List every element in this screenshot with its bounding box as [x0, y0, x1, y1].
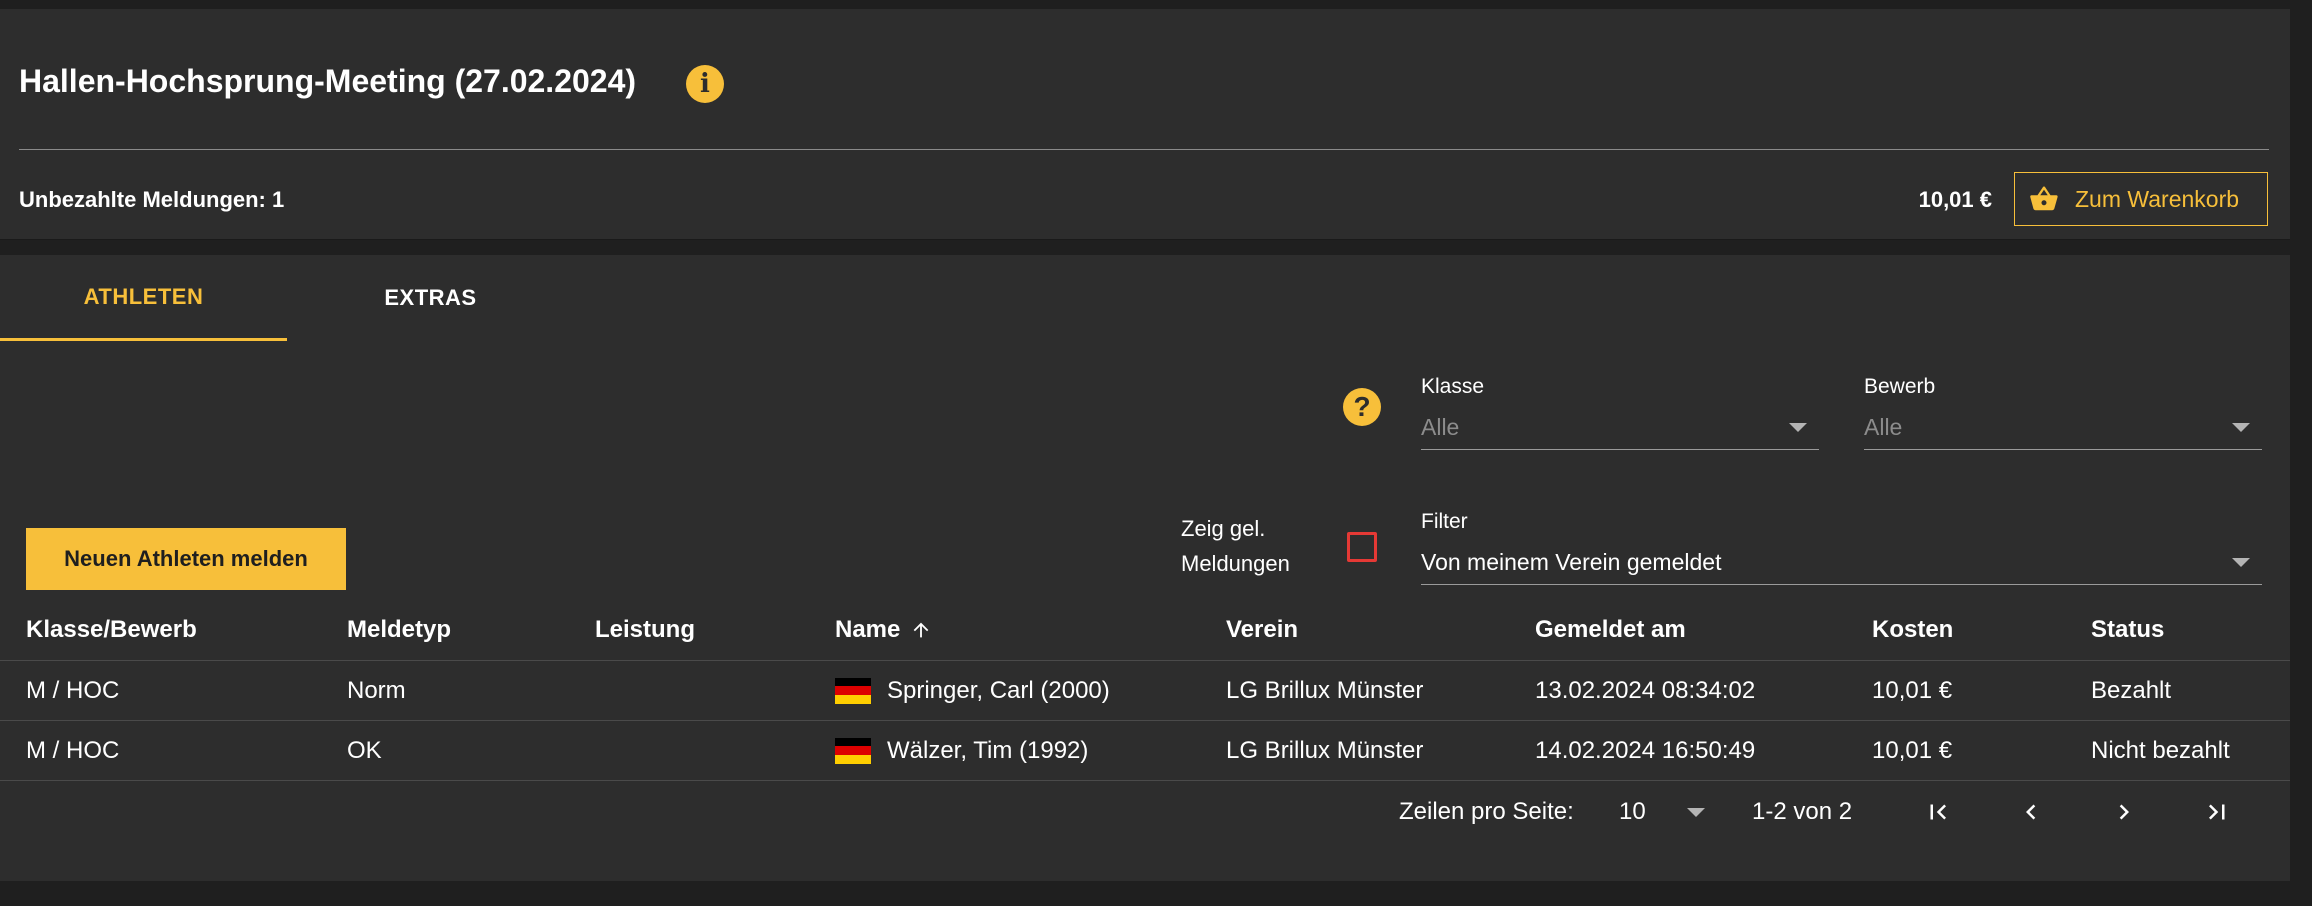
chevron-down-icon	[1789, 423, 1807, 432]
go-to-cart-button[interactable]: Zum Warenkorb	[2014, 172, 2268, 226]
table-row[interactable]: M / HOC OK Wälzer, Tim (1992) LG Brillux…	[0, 721, 2290, 781]
column-header-gemeldet[interactable]: Gemeldet am	[1535, 600, 1686, 660]
column-header-meldetyp[interactable]: Meldetyp	[347, 600, 451, 660]
show-registrations-label-line1: Zeig gel.	[1181, 516, 1266, 541]
cell-kosten: 10,01 €	[1872, 676, 1953, 704]
athlete-name: Springer, Carl (2000)	[887, 676, 1110, 704]
rows-per-page-value: 10	[1619, 798, 1646, 825]
chevron-right-icon	[2119, 804, 2129, 820]
cell-verein: LG Brillux Münster	[1226, 676, 1424, 704]
table-row[interactable]: M / HOC Norm Springer, Carl (2000) LG Br…	[0, 661, 2290, 721]
table-header-row: Klasse/Bewerb Meldetyp Leistung Name Ver…	[0, 600, 2290, 661]
column-header-leistung[interactable]: Leistung	[595, 600, 695, 660]
athlete-name: Wälzer, Tim (1992)	[887, 736, 1089, 764]
cell-gemeldet: 14.02.2024 16:50:49	[1535, 736, 1756, 764]
klasse-label: Klasse	[1421, 375, 1485, 398]
previous-page-button[interactable]	[2009, 776, 2053, 848]
cell-meldetyp: Norm	[347, 676, 406, 704]
cell-kosten: 10,01 €	[1872, 736, 1953, 764]
klasse-select-value: Alle	[1421, 414, 1460, 440]
chevron-left-icon	[2026, 804, 2036, 820]
show-registrations-label: Zeig gel. Meldungen	[1181, 511, 1290, 581]
show-deleted-registrations-checkbox[interactable]	[1347, 532, 1377, 562]
cell-status: Nicht bezahlt	[2091, 736, 2230, 764]
cart-total: 10,01 €	[1918, 187, 1992, 212]
column-header-status[interactable]: Status	[2091, 600, 2164, 660]
column-header-verein[interactable]: Verein	[1226, 600, 1298, 660]
cell-status: Bezahlt	[2091, 676, 2172, 704]
table-pagination: Zeilen pro Seite: 10 1-2 von 2	[0, 776, 2290, 848]
new-athlete-button[interactable]: Neuen Athleten melden	[26, 528, 346, 590]
pagination-range: 1-2 von 2	[1752, 798, 1853, 825]
cell-meldetyp: OK	[347, 736, 382, 764]
header-divider	[19, 149, 2269, 150]
unpaid-registrations-count: Unbezahlte Meldungen: 1	[19, 187, 285, 212]
column-header-name-label: Name	[835, 616, 901, 643]
cell-gemeldet: 13.02.2024 08:34:02	[1535, 676, 1756, 704]
arrow-up-icon	[914, 622, 929, 638]
rows-per-page-select[interactable]: 10	[1619, 776, 1709, 848]
help-icon[interactable]: ?	[1343, 388, 1381, 426]
cell-name: Springer, Carl (2000)	[835, 661, 1110, 720]
event-header-card: Hallen-Hochsprung-Meeting (27.02.2024) i…	[0, 9, 2290, 240]
cell-klasse: M / HOC	[26, 676, 120, 704]
tab-athleten[interactable]: ATHLETEN	[0, 255, 287, 341]
next-page-button[interactable]	[2102, 776, 2146, 848]
cell-klasse: M / HOC	[26, 736, 120, 764]
show-registrations-label-line2: Meldungen	[1181, 551, 1290, 576]
bewerb-label: Bewerb	[1864, 375, 1936, 398]
info-icon[interactable]: i	[686, 65, 724, 103]
column-header-name[interactable]: Name	[835, 600, 932, 660]
chevron-down-icon	[1687, 807, 1705, 817]
germany-flag-icon	[835, 737, 871, 764]
cell-name: Wälzer, Tim (1992)	[835, 721, 1088, 780]
bewerb-select[interactable]: Alle	[1864, 406, 2262, 450]
last-page-button[interactable]	[2195, 776, 2239, 848]
filter-select-value: Von meinem Verein gemeldet	[1421, 549, 1722, 575]
cell-verein: LG Brillux Münster	[1226, 736, 1424, 764]
registrations-table: Klasse/Bewerb Meldetyp Leistung Name Ver…	[0, 600, 2290, 781]
first-page-icon	[1930, 804, 1946, 820]
column-header-klasse[interactable]: Klasse/Bewerb	[26, 600, 197, 660]
chevron-down-icon	[2232, 423, 2250, 432]
germany-flag-icon	[835, 677, 871, 704]
first-page-button[interactable]	[1916, 776, 1960, 848]
go-to-cart-label: Zum Warenkorb	[2075, 185, 2240, 212]
tab-extras[interactable]: EXTRAS	[287, 255, 574, 341]
registrations-card: ATHLETEN EXTRAS ? Klasse Alle Bewerb All…	[0, 255, 2290, 881]
klasse-select[interactable]: Alle	[1421, 406, 1819, 450]
column-header-kosten[interactable]: Kosten	[1872, 600, 1953, 660]
chevron-down-icon	[2232, 558, 2250, 567]
shopping-basket-icon	[2030, 186, 2058, 211]
rows-per-page-label: Zeilen pro Seite:	[1399, 798, 1574, 825]
last-page-icon	[2209, 804, 2225, 820]
event-title: Hallen-Hochsprung-Meeting (27.02.2024)	[19, 63, 637, 99]
filter-select[interactable]: Von meinem Verein gemeldet	[1421, 541, 2262, 585]
filter-label: Filter	[1421, 510, 1468, 533]
bewerb-select-value: Alle	[1864, 414, 1903, 440]
